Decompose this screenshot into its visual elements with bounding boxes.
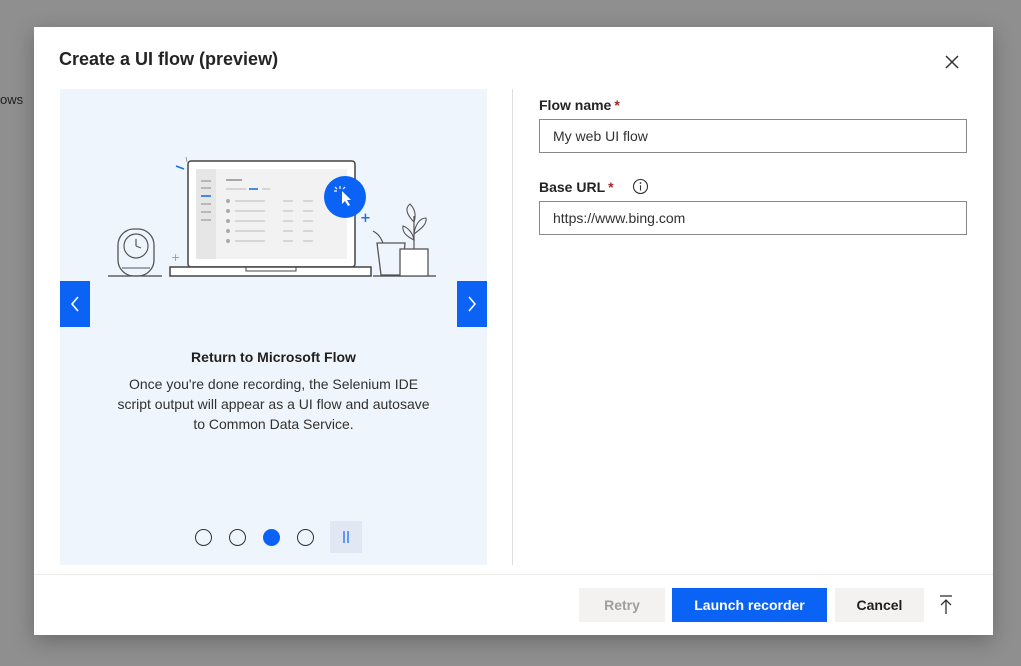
launch-recorder-button[interactable]: Launch recorder <box>672 588 827 622</box>
scroll-to-top-icon[interactable] <box>938 594 954 616</box>
close-button[interactable] <box>941 51 963 73</box>
carousel-dot-1[interactable] <box>195 528 212 546</box>
close-icon <box>945 55 959 69</box>
onboarding-carousel: + + Return to Microsoft Flow Once you're… <box>60 89 487 565</box>
svg-text:+: + <box>360 211 371 226</box>
carousel-dot-2[interactable] <box>229 528 246 546</box>
slide-title: Return to Microsoft Flow <box>191 349 356 365</box>
required-marker: * <box>614 97 620 113</box>
base-url-input[interactable] <box>539 201 967 235</box>
next-slide-button[interactable] <box>457 281 487 327</box>
flow-name-input[interactable] <box>539 119 967 153</box>
pause-button[interactable] <box>330 521 362 553</box>
background-partial-text: ows <box>0 92 24 107</box>
panel-divider <box>512 89 513 565</box>
carousel-pagination <box>195 521 362 553</box>
slide-description: Once you're done recording, the Selenium… <box>117 376 430 432</box>
chevron-left-icon <box>70 296 79 312</box>
flow-name-label-text: Flow name <box>539 97 612 113</box>
dialog-title: Create a UI flow (preview) <box>59 49 279 69</box>
carousel-dot-3[interactable] <box>263 528 280 546</box>
pause-icon <box>343 531 349 543</box>
retry-button[interactable]: Retry <box>579 588 665 622</box>
cancel-button[interactable]: Cancel <box>835 588 924 622</box>
svg-text:+: + <box>171 251 180 264</box>
previous-slide-button[interactable] <box>60 281 90 327</box>
create-ui-flow-dialog: Create a UI flow (preview) + + Return to… <box>34 27 993 635</box>
chevron-right-icon <box>468 296 477 312</box>
base-url-label: Base URL * <box>539 179 614 195</box>
info-icon[interactable] <box>632 178 649 195</box>
base-url-label-text: Base URL <box>539 179 606 195</box>
flow-name-label: Flow name * <box>539 97 620 113</box>
required-marker: * <box>608 179 614 195</box>
footer-divider <box>34 574 993 575</box>
carousel-dot-4[interactable] <box>297 528 314 546</box>
recording-illustration: + + <box>108 156 436 277</box>
